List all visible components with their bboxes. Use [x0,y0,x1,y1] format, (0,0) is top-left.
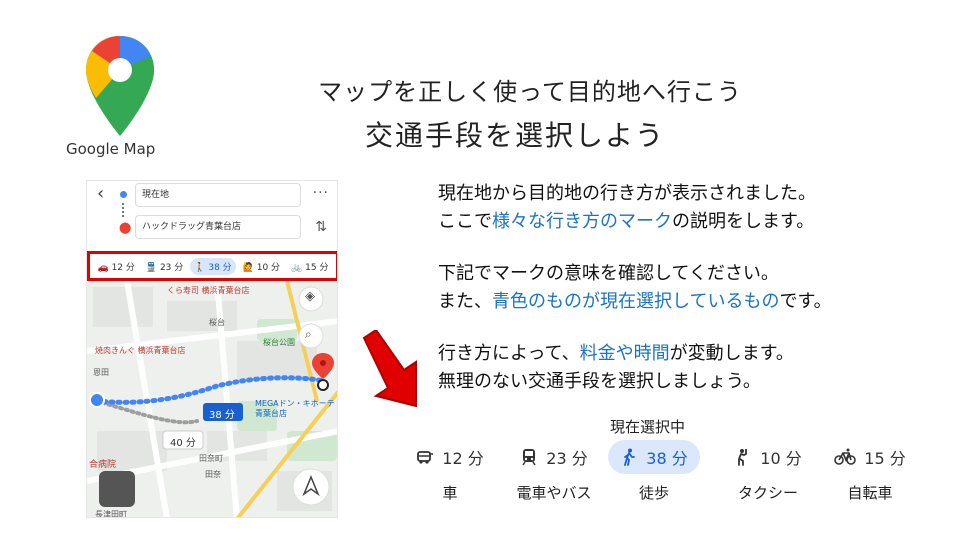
map-label-sakuradai-park: 桜台公園 [263,338,295,347]
current-selection-label: 現在選択中 [610,418,686,436]
legend-walk[interactable]: 38 分 徒歩 [604,440,704,503]
mode-bicycle[interactable]: 🚲 15 分 [287,258,332,275]
description-paragraph-1: 現在地から目的地の行き方が表示されました。 ここで様々な行き方のマークの説明をし… [438,180,816,236]
origin-field[interactable]: 現在地 [135,183,301,207]
route-walk-bubble[interactable]: 38 分 [209,406,235,421]
legend-car-pill[interactable]: 12 分 [404,440,495,474]
map-label-hospital: 合病院 [89,460,117,470]
directions-header: ‹ ⬤ 現在地 ハックドラッグ青葉台店 ··· ⇅ [87,181,337,251]
car-icon [416,448,434,466]
legend-walk-pill[interactable]: 38 分 [608,440,700,474]
page-subtitle: 交通手段を選択しよう [364,119,665,152]
legend-car[interactable]: 12 分 車 [400,440,500,503]
red-arrow-icon [362,330,417,408]
desc-text: の説明をします。 [672,211,815,232]
train-icon [520,448,538,466]
walk-icon [620,448,638,466]
desc-text: が変動します。 [669,343,794,364]
origin-dot-icon [120,191,127,198]
mode-walk-time: 38 分 [208,262,232,273]
legend-train[interactable]: 23 分 電車やバス [504,440,604,503]
mode-train-time: 23 分 [159,262,184,273]
legend-rideshare-name: タクシー [737,484,798,502]
rideshare-icon [734,448,752,466]
desc-highlight: 様々な行き方のマーク [492,211,672,232]
desc-line: ここで様々な行き方のマークの説明をします。 [438,208,816,236]
mode-rideshare[interactable]: 🙋 10 分 [239,258,284,275]
desc-line: また、青色のものが現在選択しているものです。 [438,288,832,316]
legend-car-time: 12 分 [442,449,484,468]
legend-rideshare-time: 10 分 [760,449,802,468]
map-label-onda: 恩田 [93,368,109,377]
desc-line: 行き方によって、料金や時間が変動します。 [438,340,794,368]
legend-walk-time: 38 分 [646,449,688,468]
map-label-yakiniku: 焼肉きんぐ 横浜青葉台店 [95,346,186,355]
swap-icon[interactable]: ⇅ [315,219,327,235]
legend-train-pill[interactable]: 23 分 [508,440,599,474]
travel-mode-bar: 🚗 12 分 🚆 23 分 🚶 38 分 🙋 10 分 🚲 15 分 [87,251,337,281]
more-icon[interactable]: ··· [313,185,329,201]
legend-car-name: 車 [442,484,458,502]
mode-walk[interactable]: 🚶 38 分 [190,257,236,275]
desc-text: ここで [438,211,492,232]
legend-walk-name: 徒歩 [638,484,669,502]
map-label-kurasushi: くら寿司 横浜青葉台店 [167,286,250,295]
back-arrow-icon[interactable]: ‹ [97,183,104,204]
map-label-mega-donki: MEGAドン・キホーテ青葉台店 [255,399,335,418]
legend-rideshare[interactable]: 10 分 タクシー [718,440,818,503]
map-label-nagatsuta: 長津田町 [95,510,127,518]
mode-bicycle-time: 15 分 [305,262,329,273]
bicycle-icon [834,448,857,466]
route-alt-bubble[interactable]: 40 分 [170,434,196,449]
legend-bicycle[interactable]: 15 分 自転車 [820,440,920,503]
map-view[interactable]: くら寿司 横浜青葉台店 焼肉きんぐ 横浜青葉台店 桜台 桜台公園 恩田 MEGA… [87,280,337,518]
legend-bicycle-pill[interactable]: 15 分 [822,440,917,474]
desc-text: また、 [438,291,492,312]
destination-field[interactable]: ハックドラッグ青葉台店 [135,215,301,239]
desc-line: 現在地から目的地の行き方が表示されました。 [438,183,816,204]
legend-train-time: 23 分 [546,449,588,468]
legend-rideshare-pill[interactable]: 10 分 [722,440,813,474]
mode-rideshare-time: 10 分 [256,262,281,273]
desc-line: 下記でマークの意味を確認してください。 [438,263,779,284]
travel-mode-legend: 12 分 車 23 分 電車やバス 38 分 徒歩 10 分 タクシー 15 分… [400,440,920,510]
description-paragraph-3: 行き方によって、料金や時間が変動します。 無理のない交通手段を選択しましょう。 [438,340,794,396]
legend-bicycle-time: 15 分 [864,449,906,468]
route-dots-icon [122,203,125,217]
map-label-sakuradai: 桜台 [209,318,225,327]
desc-text: です。 [779,291,832,312]
desc-highlight: 青色のものが現在選択しているもの [492,291,780,312]
search-icon[interactable]: ⌕ [305,327,312,342]
layers-icon[interactable]: ◈ [305,289,315,304]
mode-train[interactable]: 🚆 23 分 [142,258,187,275]
mode-car[interactable]: 🚗 12 分 [93,258,138,275]
description-paragraph-2: 下記でマークの意味を確認してください。 また、青色のものが現在選択しているもので… [438,260,832,316]
desc-text: 行き方によって、 [438,343,580,364]
maps-screenshot: ‹ ⬤ 現在地 ハックドラッグ青葉台店 ··· ⇅ 🚗 12 分 🚆 23 分 … [86,180,338,518]
map-label-tana: 田奈 [205,470,221,479]
desc-highlight: 料金や時間 [579,343,670,364]
mode-car-time: 12 分 [111,262,135,273]
page-title: マップを正しく使って目的地へ行こう [318,78,742,106]
map-label-tanacho: 田奈町 [199,454,223,463]
legend-train-name: 電車やバス [516,484,592,502]
destination-pin-icon: ⬤ [119,221,132,234]
legend-bicycle-name: 自転車 [847,484,893,502]
desc-line: 無理のない交通手段を選択しましょう。 [438,371,761,392]
